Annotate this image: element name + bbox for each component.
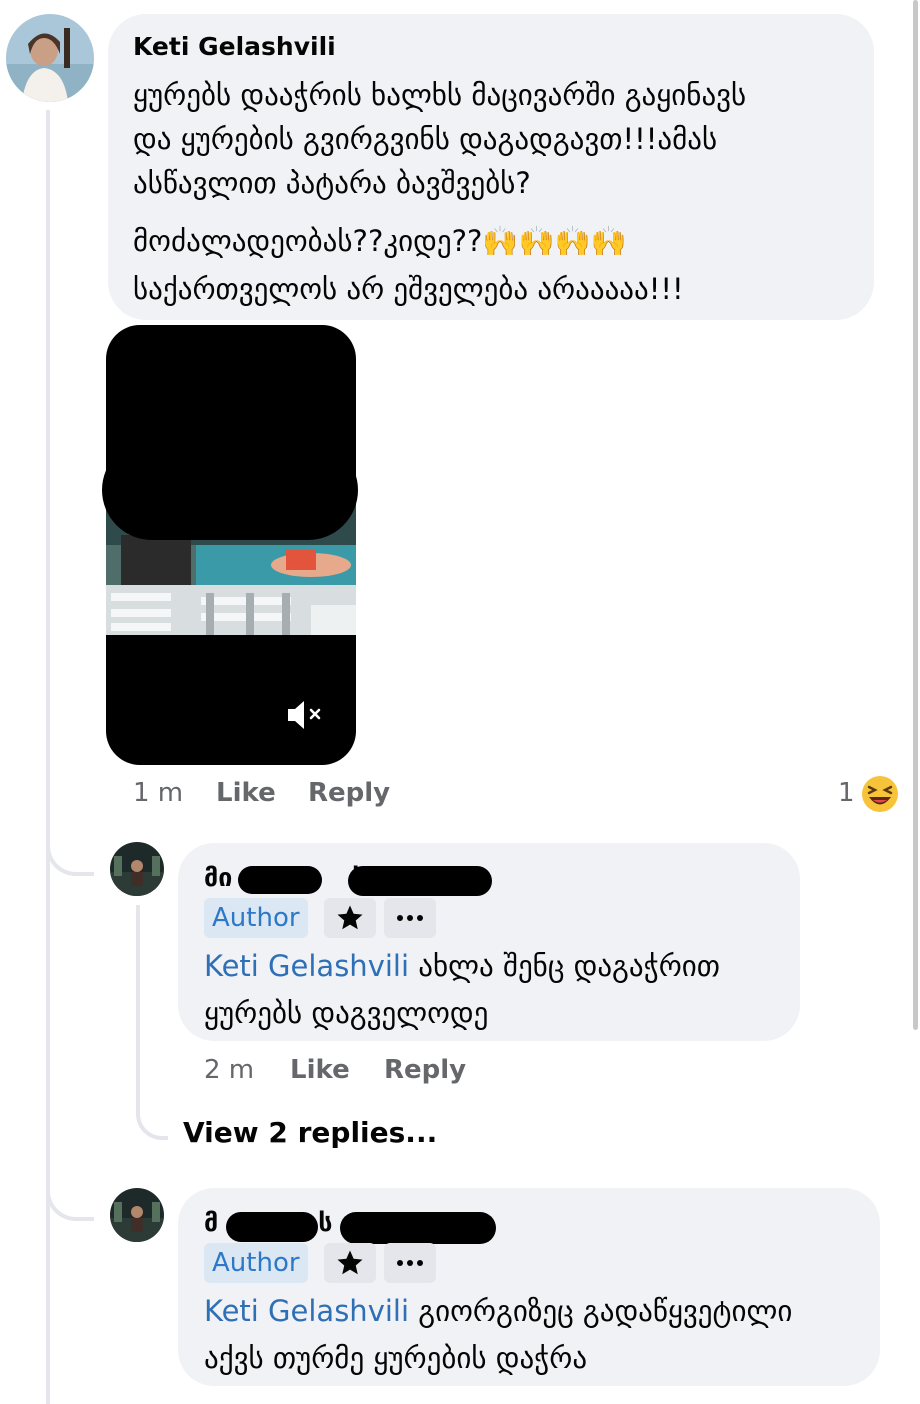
redaction-mark (238, 866, 322, 894)
star-icon (337, 1250, 363, 1275)
raised-hands-emoji: 🙌🙌🙌🙌 (482, 224, 627, 258)
like-button[interactable]: Like (216, 778, 276, 808)
comment-line-3: ასწავლით პატარა ბავშვებს? (133, 166, 531, 200)
reaction-count[interactable]: 1 (838, 778, 855, 808)
reply-1-name-part-1: მი (204, 863, 233, 892)
comment-line-1: ყურებს დააჭრის ხალხს მაცივარში გაყინავს (133, 78, 747, 112)
avatar-reply-author-2[interactable] (110, 1188, 164, 1242)
author-badge: Author (204, 1243, 308, 1283)
reply-1-text-line-2: ყურებს დაგველოდე (204, 996, 489, 1030)
redaction-mark (340, 1212, 496, 1244)
reply-1-timestamp[interactable]: 2 m (204, 1055, 254, 1085)
more-options-button[interactable] (384, 898, 436, 938)
thread-connector-1 (46, 820, 94, 876)
scrollbar[interactable] (913, 0, 918, 1030)
thread-line-main (46, 110, 50, 1404)
video-attachment[interactable] (106, 325, 356, 765)
mention-keti-gelashvili[interactable]: Keti Gelashvili (204, 949, 409, 983)
comment-timestamp[interactable]: 1 m (133, 778, 183, 808)
redaction-mark (102, 440, 358, 540)
laughing-reaction-icon[interactable] (860, 774, 900, 814)
reply-1-like-button[interactable]: Like (290, 1055, 350, 1085)
view-replies-link[interactable]: View 2 replies... (183, 1116, 437, 1149)
reply-2-name-part-2: ს (318, 1208, 333, 1237)
comment-author-name[interactable]: Keti Gelashvili (133, 32, 336, 61)
author-badge: Author (204, 898, 308, 938)
reply-2-text-line-1: Keti Gelashvili გიორგიზეც გადაწყვეტილი (204, 1288, 792, 1335)
more-dots-icon (397, 915, 423, 921)
reply-2-name-part-1: მ (204, 1208, 219, 1237)
avatar-reply-author-1[interactable] (110, 842, 164, 896)
star-icon (337, 905, 363, 930)
thread-line-reply1 (136, 905, 140, 1115)
mention-keti-gelashvili[interactable]: Keti Gelashvili (204, 1294, 409, 1328)
redaction-mark (226, 1212, 318, 1242)
more-options-button[interactable] (384, 1243, 436, 1283)
thread-connector-2 (46, 1165, 94, 1221)
comment-line-2: და ყურების გვირგვინს დაგადგავთ!!!ამას (133, 122, 718, 156)
reply-2-text: გიორგიზეც გადაწყვეტილი (409, 1294, 793, 1328)
redaction-mark (348, 866, 492, 896)
avatar-keti[interactable] (6, 14, 94, 102)
star-badge[interactable] (324, 1243, 376, 1283)
comment-line-4: მოძალადეობას??კიდე??🙌🙌🙌🙌 (133, 218, 627, 265)
star-badge[interactable] (324, 898, 376, 938)
comment-line-4-text: მოძალადეობას??კიდე?? (133, 224, 483, 258)
thread-connector-view-replies (136, 1090, 168, 1140)
reply-1-text: ახლა შენც დაგაჭრით (409, 949, 721, 983)
reply-2-text-line-2: აქვს თურმე ყურების დაჭრა (204, 1341, 588, 1375)
reply-1-text-line-1: Keti Gelashvili ახლა შენც დაგაჭრით (204, 943, 720, 990)
mute-button[interactable] (284, 695, 328, 735)
reply-button[interactable]: Reply (308, 778, 390, 808)
more-dots-icon (397, 1260, 423, 1266)
comment-line-5: საქართველოს არ ეშველება არააააა!!! (133, 272, 684, 306)
reply-1-reply-button[interactable]: Reply (384, 1055, 466, 1085)
muted-speaker-icon (288, 701, 321, 729)
